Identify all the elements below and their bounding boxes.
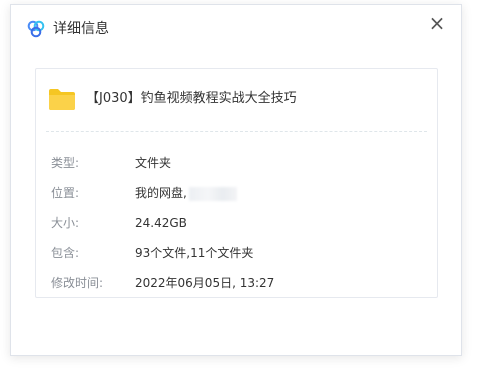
baidu-netdisk-logo-icon [27, 20, 45, 38]
dialog-title: 详细信息 [53, 21, 109, 37]
detail-label: 包含: [51, 246, 80, 260]
close-icon[interactable]: × [427, 13, 447, 33]
dialog-titlebar: 详细信息 × [11, 5, 461, 51]
detail-label: 大小: [51, 216, 80, 230]
detail-value: 文件夹 [135, 156, 172, 170]
detail-value: 93个文件,11个文件夹 [135, 246, 254, 260]
folder-icon [49, 89, 75, 110]
file-name: 【J030】钓鱼视频教程实战大全技巧 [86, 91, 297, 106]
detail-value-location: 我的网盘, [135, 183, 237, 203]
location-text: 我的网盘, [135, 186, 187, 200]
detail-value: 2022年06月05日, 13:27 [135, 276, 275, 290]
details-dialog: 详细信息 × 【J030】钓鱼视频教程实战大全技巧 类型: 文件夹 位置: 我的… [10, 4, 462, 356]
detail-label: 修改时间: [51, 276, 104, 290]
detail-value: 24.42GB [135, 216, 187, 230]
detail-label: 位置: [51, 186, 80, 200]
redacted-path [188, 186, 237, 201]
file-info-panel: 【J030】钓鱼视频教程实战大全技巧 类型: 文件夹 位置: 我的网盘, 大小:… [35, 68, 438, 298]
detail-label: 类型: [51, 156, 80, 170]
divider [46, 131, 427, 132]
